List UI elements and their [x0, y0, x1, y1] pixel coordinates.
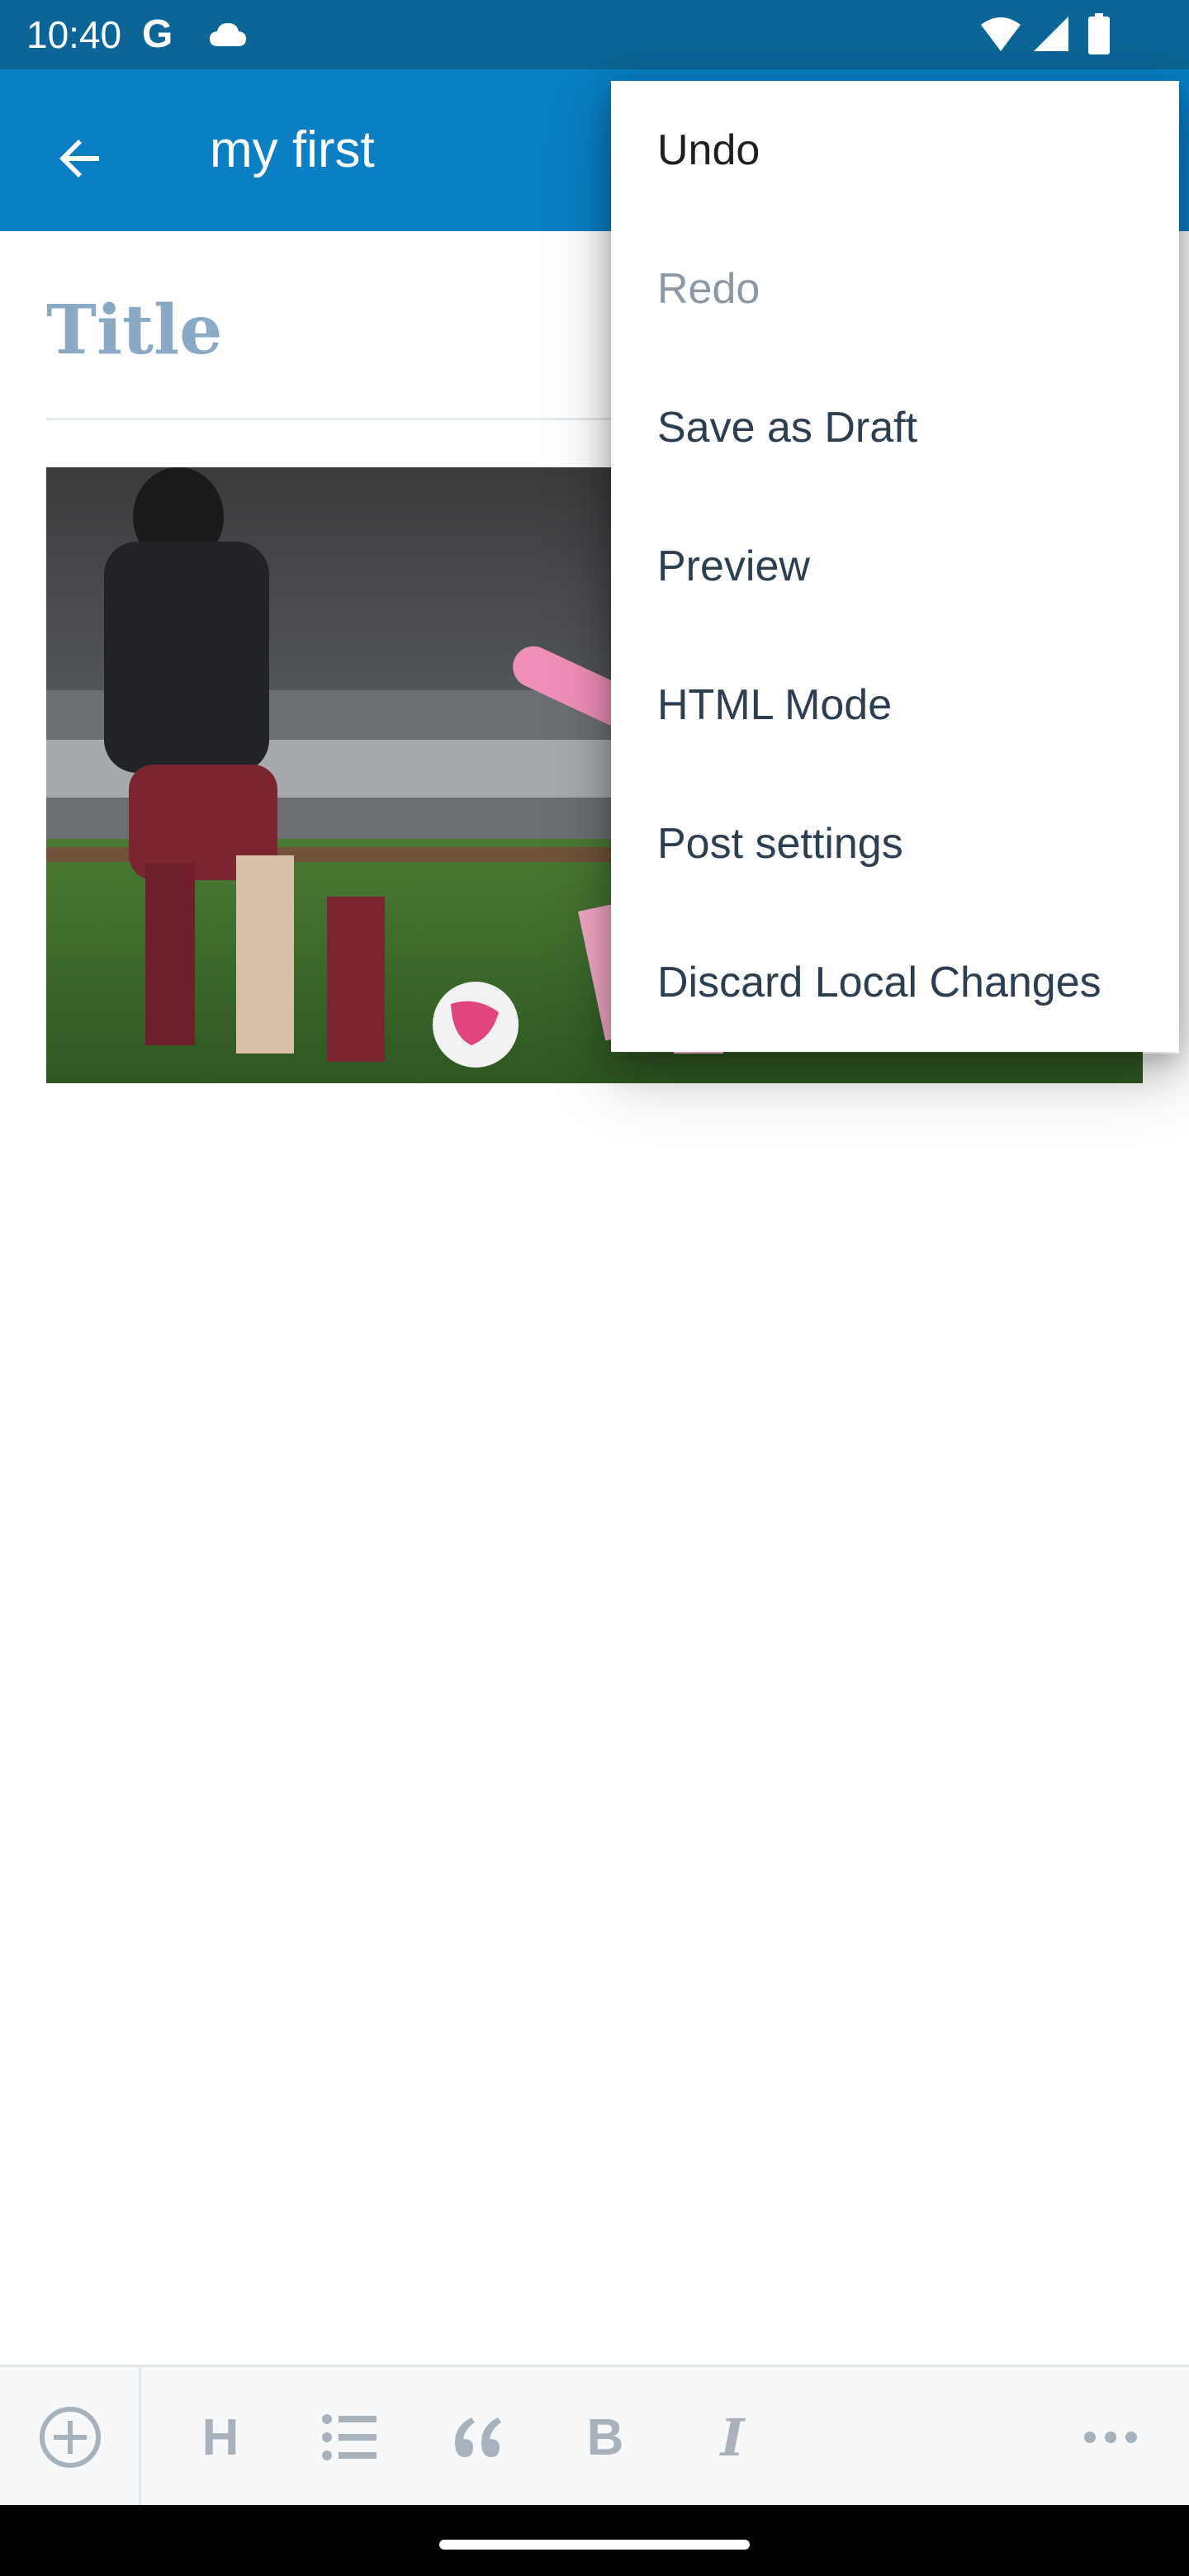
signal-icon [1034, 17, 1068, 51]
heading-icon: H [201, 2408, 239, 2466]
system-nav-bar [0, 2505, 1189, 2576]
bold-button[interactable]: B [568, 2400, 642, 2474]
bold-icon: B [586, 2408, 624, 2466]
menu-item-post-settings[interactable]: Post settings [611, 774, 1179, 913]
menu-item-discard-local-changes[interactable]: Discard Local Changes [611, 913, 1179, 1052]
overflow-menu: Undo Redo Save as Draft Preview HTML Mod… [611, 81, 1179, 1052]
heading-button[interactable]: H [183, 2400, 258, 2474]
menu-item-redo: Redo [657, 265, 760, 313]
wifi-icon [981, 17, 1021, 51]
google-g-icon: G [142, 12, 173, 56]
menu-item-save-as-draft[interactable]: Save as Draft [611, 358, 1179, 497]
add-block-button[interactable] [33, 2400, 107, 2474]
quote-icon [455, 2417, 501, 2457]
arrow-left-icon [59, 140, 99, 178]
menu-item-html-mode[interactable]: HTML Mode [611, 636, 1179, 774]
italic-button[interactable]: I [695, 2400, 770, 2474]
more-icon [1084, 2432, 1137, 2443]
status-time: 10:40 [26, 13, 122, 56]
list-button[interactable] [312, 2400, 386, 2474]
menu-item-undo[interactable]: Undo [611, 81, 1179, 220]
toolbar-divider [139, 2367, 141, 2507]
quote-button[interactable] [439, 2400, 514, 2474]
back-button[interactable] [41, 119, 121, 198]
list-icon [322, 2414, 377, 2460]
post-title-field[interactable]: Title [46, 291, 222, 370]
cloud-icon [210, 23, 246, 46]
more-options-button[interactable] [1073, 2400, 1148, 2474]
add-block-icon [40, 2407, 101, 2468]
home-gesture-handle[interactable] [439, 2540, 750, 2550]
menu-item-preview[interactable]: Preview [611, 497, 1179, 636]
italic-icon: I [720, 2407, 745, 2468]
post-title-header: my first [210, 121, 375, 178]
status-bar: 10:40 G [0, 0, 1189, 69]
battery-icon [1088, 13, 1110, 54]
format-toolbar: H B I [0, 2365, 1189, 2507]
